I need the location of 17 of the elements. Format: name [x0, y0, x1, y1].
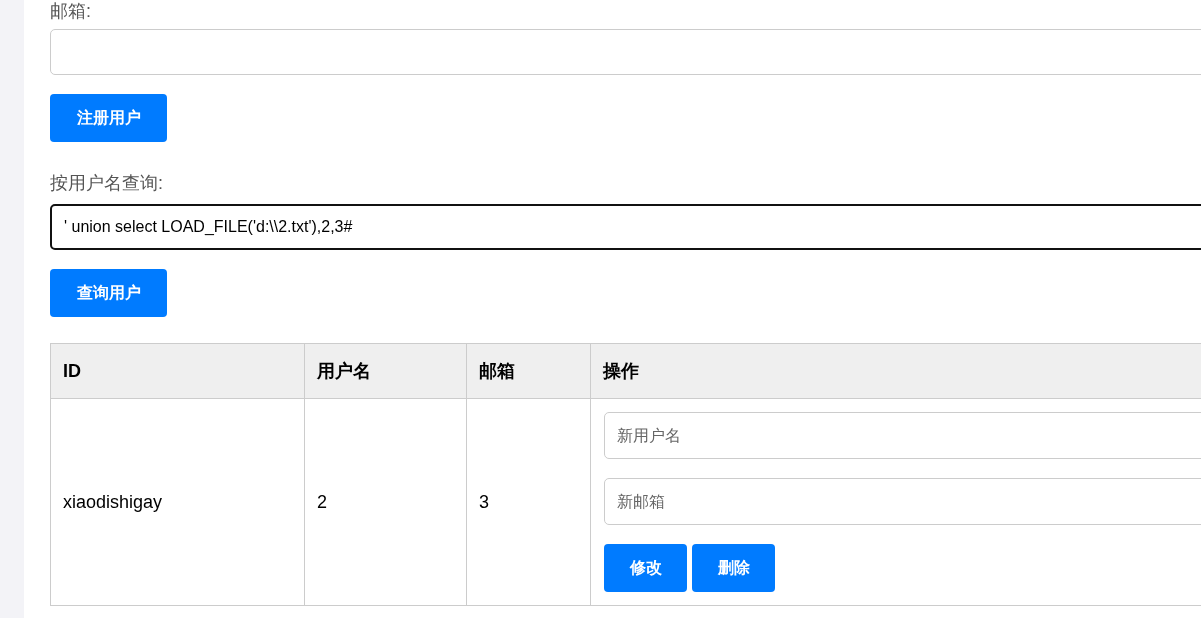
column-header: 邮箱 — [466, 343, 591, 399]
table-cell: xiaodishigay — [50, 398, 305, 606]
column-header: ID — [50, 343, 305, 399]
column-header: 操作 — [590, 343, 1201, 399]
email-label: 邮箱: — [50, 0, 91, 22]
query-input-field[interactable]: ' union select LOAD_FILE('d:\\2.txt'),2,3# — [50, 204, 1201, 250]
new-email-field[interactable]: 新邮箱 — [604, 478, 1201, 525]
new-username-field[interactable]: 新用户名 — [604, 412, 1201, 459]
edit-button[interactable]: 修改 — [604, 544, 687, 592]
email-input-field[interactable] — [50, 29, 1201, 75]
delete-button[interactable]: 删除 — [692, 544, 775, 592]
table-cell: 3 — [466, 398, 591, 606]
table-cell: 2 — [304, 398, 467, 606]
column-header: 用户名 — [304, 343, 467, 399]
query-label: 按用户名查询: — [50, 172, 163, 194]
register-button[interactable]: 注册用户 — [50, 94, 167, 142]
query-button[interactable]: 查询用户 — [50, 269, 167, 317]
